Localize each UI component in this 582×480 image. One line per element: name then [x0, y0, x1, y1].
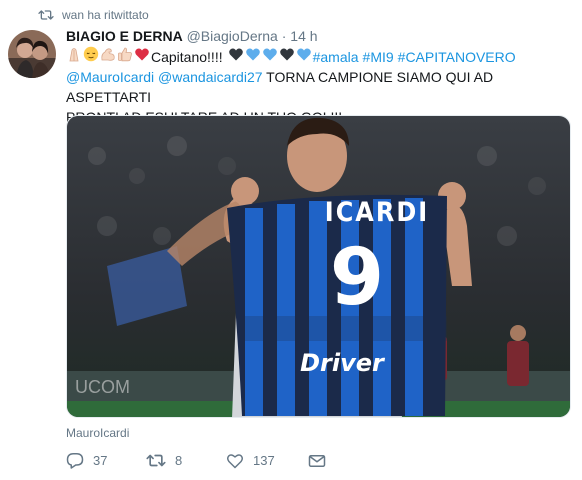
mention-link[interactable]: @wandaicardi27 [158, 69, 263, 85]
red-heart-icon [134, 46, 150, 67]
like-button[interactable]: 137 [226, 453, 308, 469]
avatar[interactable] [8, 30, 56, 78]
tweet-photo[interactable]: UCOM ICARDI 9 Driver [66, 115, 571, 418]
relieved-face-icon [83, 46, 99, 67]
reply-icon [66, 453, 84, 469]
retweet-icon [38, 10, 54, 20]
retweet-icon [146, 454, 166, 467]
heart-icon [227, 453, 243, 468]
reply-button[interactable]: 37 [66, 452, 146, 469]
tweet-header: BIAGIO E DERNA @BiagioDerna · 14 h [66, 28, 318, 44]
like-count: 137 [253, 453, 275, 468]
envelope-icon [308, 454, 326, 467]
retweet-button[interactable]: 8 [146, 453, 226, 468]
blue-heart-icon [245, 46, 261, 67]
shirt-name-text: ICARDI [324, 196, 430, 228]
hashtag-link[interactable]: #MI9 [363, 47, 394, 67]
sponsor-text: Driver [300, 349, 384, 377]
tweet-actions: 37 8 137 [66, 452, 326, 469]
retweet-count: 8 [175, 453, 183, 468]
black-heart-icon [279, 46, 295, 67]
shirt-number-text: 9 [329, 233, 385, 323]
separator-dot: · [281, 28, 287, 44]
mention-link[interactable]: @MauroIcardi [66, 69, 154, 85]
photo-tag[interactable]: MauroIcardi [66, 426, 129, 440]
flexed-biceps-icon [100, 46, 116, 67]
reply-count: 37 [93, 453, 108, 468]
thumbs-up-icon [117, 46, 133, 67]
capitano-text: Capitano!!!! [151, 48, 223, 65]
retweet-notice-text: wan ha ritwittato [62, 8, 149, 22]
hashtag-link[interactable]: #amala [313, 47, 359, 67]
direct-message-button[interactable] [308, 454, 326, 468]
tweet-text-line-2: @MauroIcardi @wandaicardi27 TORNA CAMPIO… [66, 67, 566, 107]
blue-heart-icon [296, 46, 312, 67]
tweet-timestamp[interactable]: 14 h [290, 28, 317, 44]
svg-text:UCOM: UCOM [75, 377, 130, 397]
hashtag-link[interactable]: #CAPITANOVERO [398, 47, 516, 67]
black-heart-icon [228, 46, 244, 67]
retweet-notice: wan ha ritwittato [38, 8, 149, 22]
author-handle[interactable]: @BiagioDerna [187, 28, 278, 44]
author-name[interactable]: BIAGIO E DERNA [66, 28, 183, 44]
blue-heart-icon [262, 46, 278, 67]
folded-hands-icon [66, 46, 82, 67]
